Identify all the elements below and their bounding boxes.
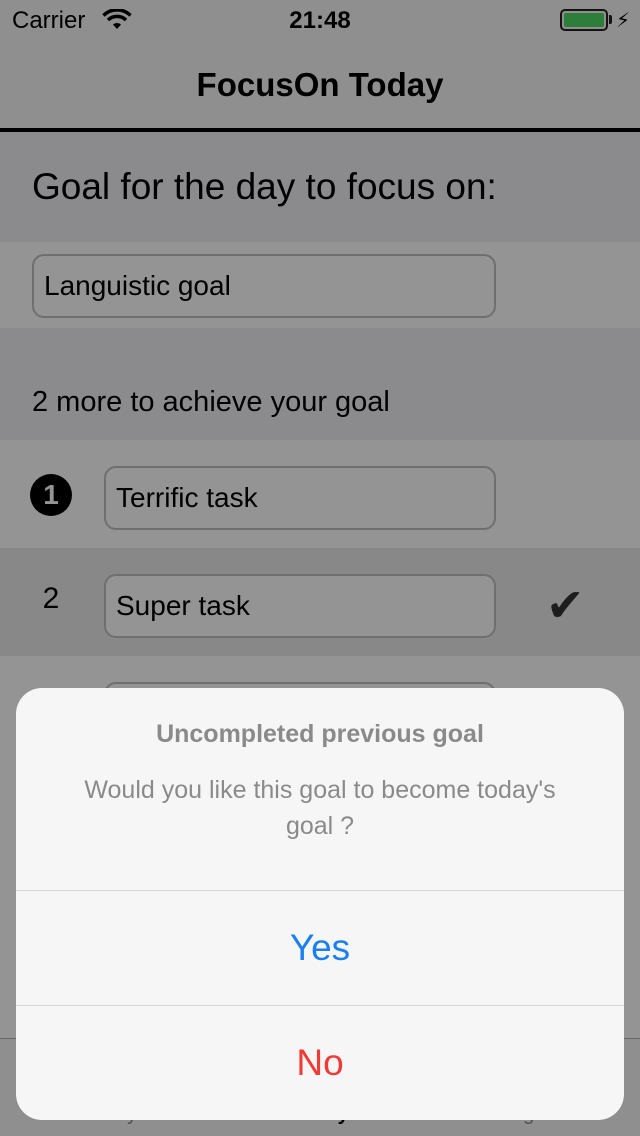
- alert-sheet: Uncompleted previous goal Would you like…: [16, 688, 624, 1120]
- alert-title: Uncompleted previous goal: [156, 720, 484, 748]
- no-button[interactable]: No: [16, 1006, 624, 1120]
- alert-message: Would you like this goal to become today…: [84, 776, 556, 840]
- yes-button[interactable]: Yes: [16, 891, 624, 1005]
